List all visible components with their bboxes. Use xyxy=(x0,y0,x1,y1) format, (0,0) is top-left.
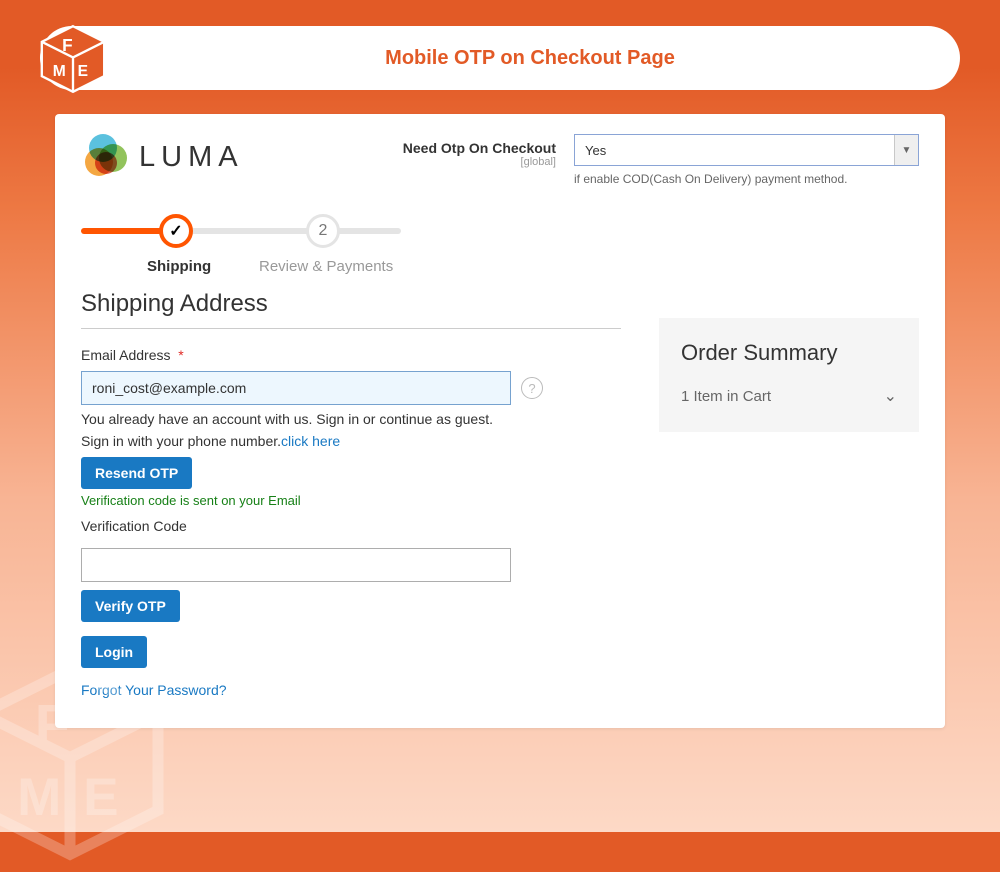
order-summary-title: Order Summary xyxy=(681,340,897,366)
divider xyxy=(81,328,621,329)
resend-otp-button[interactable]: Resend OTP xyxy=(81,457,192,489)
config-scope: [global] xyxy=(403,156,556,168)
order-summary-panel: Order Summary 1 Item in Cart ⌄ xyxy=(659,318,919,432)
step-shipping-label: Shipping xyxy=(147,258,211,275)
phone-signin-link[interactable]: click here xyxy=(281,433,340,449)
help-icon[interactable]: ? xyxy=(521,377,543,399)
email-input[interactable] xyxy=(81,371,511,405)
step-review-icon[interactable]: 2 xyxy=(306,214,340,248)
verification-code-input[interactable] xyxy=(81,548,511,582)
verify-otp-button[interactable]: Verify OTP xyxy=(81,590,180,622)
svg-text:E: E xyxy=(78,63,88,80)
svg-text:F: F xyxy=(35,693,70,757)
otp-sent-message: Verification code is sent on your Email xyxy=(81,493,621,508)
svg-text:M: M xyxy=(53,63,66,80)
main-card: LUMA Need Otp On Checkout [global] Yes ▼… xyxy=(55,114,945,728)
checkmark-icon: ✓ xyxy=(169,221,182,241)
step-shipping-icon[interactable]: ✓ xyxy=(159,214,193,248)
phone-signin-hint: Sign in with your phone number.click her… xyxy=(81,433,621,449)
email-label: Email Address * xyxy=(81,347,621,363)
section-title-shipping: Shipping Address xyxy=(81,290,621,318)
banner-title: Mobile OTP on Checkout Page xyxy=(385,47,675,70)
top-banner: F M E Mobile OTP on Checkout Page xyxy=(40,26,960,90)
svg-text:M: M xyxy=(17,768,61,827)
cart-items-toggle[interactable]: 1 Item in Cart ⌄ xyxy=(681,386,897,406)
luma-logo-icon xyxy=(81,134,127,180)
step2-number: 2 xyxy=(319,222,328,240)
otp-checkout-select[interactable]: Yes ▼ xyxy=(574,134,919,166)
verification-code-label: Verification Code xyxy=(81,518,621,534)
otp-checkout-select-value: Yes xyxy=(585,143,606,158)
fme-logo-icon: F M E xyxy=(34,20,112,98)
cart-items-count: 1 Item in Cart xyxy=(681,388,771,405)
brand-name: LUMA xyxy=(139,141,244,174)
progress-line-incomplete xyxy=(176,228,401,234)
brand-block: LUMA xyxy=(81,134,244,180)
account-hint: You already have an account with us. Sig… xyxy=(81,411,621,427)
chevron-down-icon: ⌄ xyxy=(884,386,897,406)
step-review-label: Review & Payments xyxy=(259,258,393,275)
checkout-progress: ✓ 2 Shipping Review & Payments xyxy=(81,214,401,274)
dropdown-arrow-icon: ▼ xyxy=(894,135,918,165)
config-help-text: if enable COD(Cash On Delivery) payment … xyxy=(574,172,919,186)
required-asterisk: * xyxy=(178,347,183,363)
bg-cube-decor: F M E xyxy=(0,652,180,872)
svg-text:F: F xyxy=(62,35,72,55)
config-label: Need Otp On Checkout xyxy=(403,140,556,156)
svg-text:E: E xyxy=(83,768,118,827)
